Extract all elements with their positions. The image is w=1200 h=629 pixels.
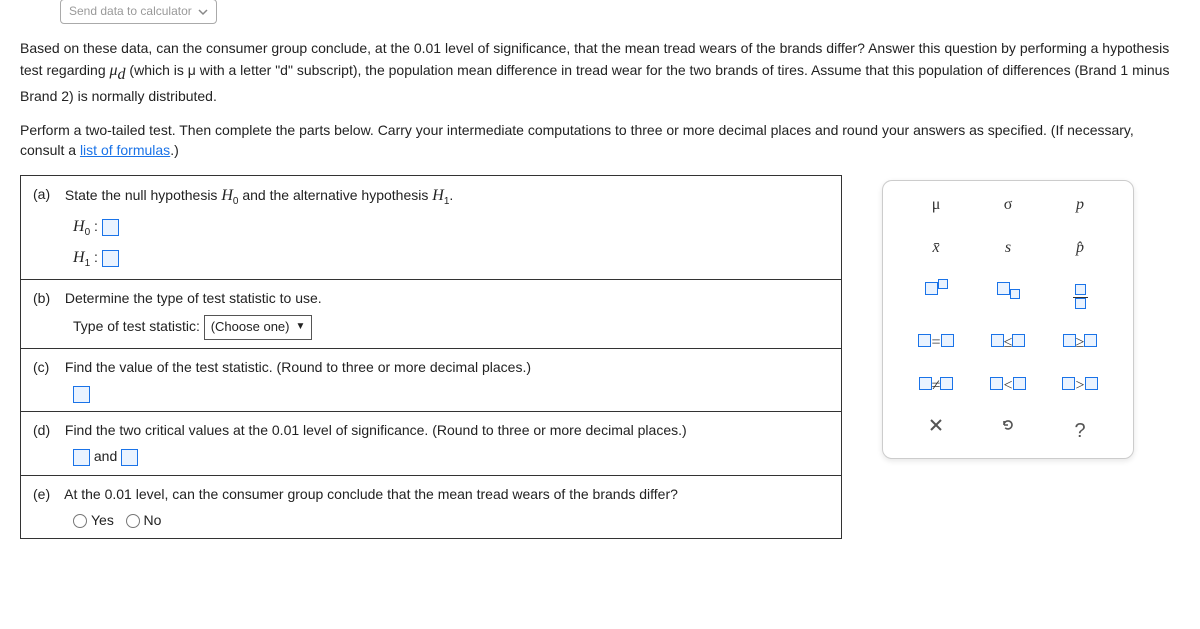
problem-intro: Based on these data, can the consumer gr… xyxy=(20,38,1180,160)
h0-label: H xyxy=(73,218,85,235)
part-text: Find the two critical values at the xyxy=(65,422,272,438)
close-icon xyxy=(928,417,944,433)
op: > xyxy=(1075,377,1084,394)
op: ≠ xyxy=(932,377,941,394)
sym-phat[interactable]: p̂ xyxy=(1056,236,1104,259)
part-b: (b) Determine the type of test statistic… xyxy=(21,279,841,347)
part-text: Determine the type of test statistic to … xyxy=(65,290,322,306)
crit-val-2-input[interactable] xyxy=(121,449,138,466)
send-data-button[interactable]: Send data to calculator xyxy=(60,0,217,24)
part-letter: (b) xyxy=(33,288,61,308)
intro-text: Perform a two-tailed test. Then complete… xyxy=(20,122,1134,158)
sym-ne[interactable]: ≠ xyxy=(912,374,960,397)
part-e: (e) At the 0.01 level, can the consumer … xyxy=(21,475,841,539)
part-letter: (a) xyxy=(33,184,61,204)
op: ≥ xyxy=(1076,334,1085,351)
colon: : xyxy=(90,218,98,234)
dropdown-icon: ▼ xyxy=(296,320,306,335)
send-data-label: Send data to calculator xyxy=(69,3,192,20)
colon: : xyxy=(90,249,98,265)
mu-symbol: μ xyxy=(110,62,118,79)
h0-sym: H xyxy=(221,187,233,204)
sig-level: 0.01 xyxy=(414,40,441,56)
crit-val-1-input[interactable] xyxy=(73,449,90,466)
h1-sym: H xyxy=(432,187,444,204)
sym-sigma[interactable]: σ xyxy=(984,193,1032,216)
part-text: At the xyxy=(64,486,104,502)
sym-box-sub[interactable] xyxy=(984,279,1032,311)
intro-text: .) xyxy=(170,142,179,158)
test-stat-input[interactable] xyxy=(73,386,90,403)
op: = xyxy=(931,334,940,351)
and-text: and xyxy=(90,448,121,464)
intro-text: Based on these data, can the consumer gr… xyxy=(20,40,414,56)
undo-icon xyxy=(1000,417,1016,433)
sym-p[interactable]: p xyxy=(1056,193,1104,216)
h0-input[interactable] xyxy=(102,219,119,236)
h1-label: H xyxy=(73,249,85,266)
part-text: State the null hypothesis xyxy=(65,187,221,203)
part-letter: (e) xyxy=(33,484,61,504)
part-text: level of significance. (Round to three o… xyxy=(299,422,687,438)
reset-button[interactable] xyxy=(984,417,1032,446)
sym-s[interactable]: s xyxy=(984,236,1032,259)
sym-frac[interactable] xyxy=(1056,279,1104,311)
yes-label: Yes xyxy=(91,512,114,528)
sym-gt[interactable]: > xyxy=(1056,374,1104,397)
symbol-palette: μ σ p x̄ s p̂ = ≤ ≥ ≠ < > xyxy=(882,180,1134,460)
help-button[interactable]: ? xyxy=(1056,417,1104,446)
question-panel: (a) State the null hypothesis H0 and the… xyxy=(20,175,842,540)
part-text: and the alternative hypothesis xyxy=(238,187,432,203)
part-letter: (c) xyxy=(33,357,61,377)
sym-eq[interactable]: = xyxy=(912,331,960,354)
chevron-down-icon xyxy=(198,7,208,17)
part-d: (d) Find the two critical values at the … xyxy=(21,411,841,475)
sym-ge[interactable]: ≥ xyxy=(1056,331,1104,354)
op: < xyxy=(1003,377,1012,394)
part-a: (a) State the null hypothesis H0 and the… xyxy=(21,176,841,280)
sym-lt[interactable]: < xyxy=(984,374,1032,397)
intro-text: (which is μ with a letter "d" subscript)… xyxy=(20,62,1169,104)
part-text: level, can the consumer group conclude t… xyxy=(132,486,678,502)
clear-button[interactable] xyxy=(912,417,960,446)
part-text: . xyxy=(449,187,453,203)
part-c: (c) Find the value of the test statistic… xyxy=(21,348,841,412)
part-text: Find the value of the test statistic. (R… xyxy=(65,359,531,375)
yes-radio[interactable] xyxy=(73,514,87,528)
sym-le[interactable]: ≤ xyxy=(984,331,1032,354)
part-letter: (d) xyxy=(33,420,61,440)
sym-box-sup[interactable] xyxy=(912,279,960,311)
op: ≤ xyxy=(1004,334,1013,351)
formulas-link[interactable]: list of formulas xyxy=(80,142,170,158)
no-label: No xyxy=(144,512,162,528)
sig-level: 0.01 xyxy=(272,422,299,438)
h1-input[interactable] xyxy=(102,250,119,267)
sig-level: 0.01 xyxy=(105,486,132,502)
sym-mu[interactable]: μ xyxy=(912,193,960,216)
mu-sub: d xyxy=(118,65,126,82)
select-value: (Choose one) xyxy=(211,318,290,337)
stat-type-label: Type of test statistic: xyxy=(73,318,200,334)
no-radio[interactable] xyxy=(126,514,140,528)
sym-xbar[interactable]: x̄ xyxy=(912,236,960,259)
stat-type-select[interactable]: (Choose one) ▼ xyxy=(204,315,313,340)
